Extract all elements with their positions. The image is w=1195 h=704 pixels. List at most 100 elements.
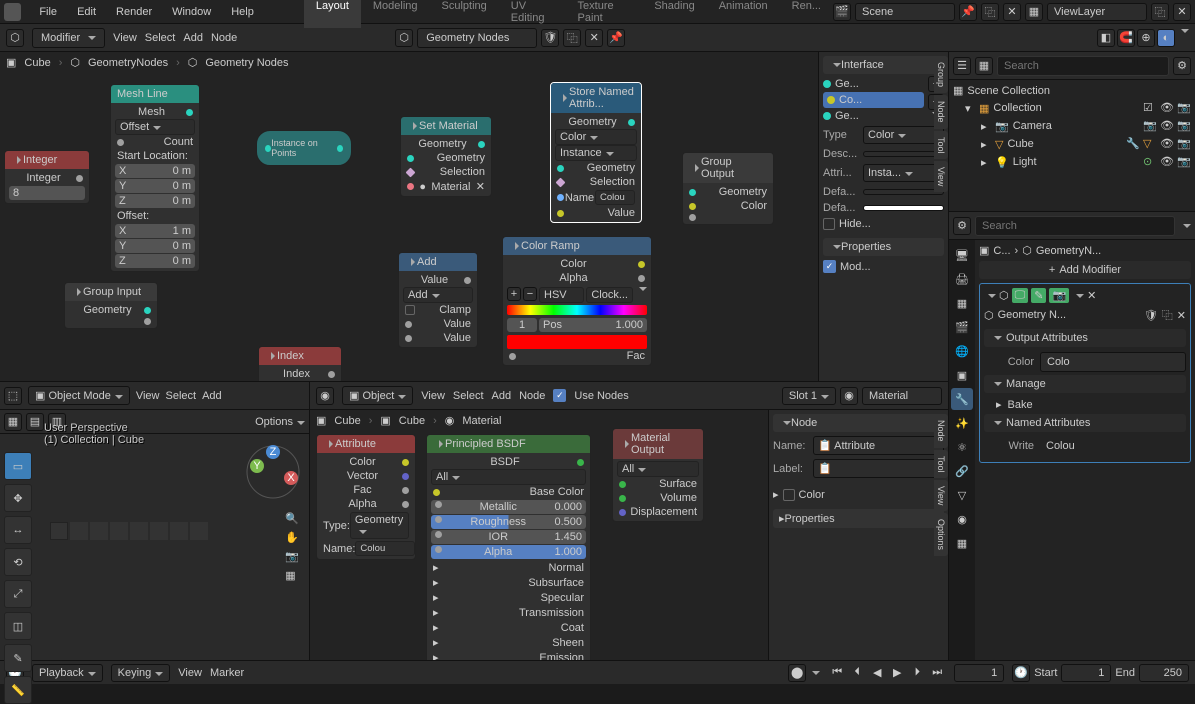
store-dtype[interactable]: Color xyxy=(555,129,637,145)
end-frame-field[interactable]: 250 xyxy=(1139,664,1189,682)
integer-value-field[interactable]: 8 xyxy=(9,186,85,200)
interface-header[interactable]: Interface xyxy=(823,56,944,74)
scene-icon[interactable]: 🎬 xyxy=(833,3,851,21)
node-math-add[interactable]: Add Value Add Clamp Value Value xyxy=(398,252,478,348)
mod-nodetree-field[interactable]: Geometry N... xyxy=(998,309,1140,321)
tree-item-camera[interactable]: ▸📷Camera 📷👁📷 xyxy=(953,117,1191,135)
play-reverse-icon[interactable]: ◀ xyxy=(868,664,886,682)
sh-vtab-options[interactable]: Options xyxy=(934,513,948,556)
node-attribute[interactable]: Attribute Color Vector Fac Alpha Type:Ge… xyxy=(316,434,416,560)
mod-menu-icon[interactable] xyxy=(1076,294,1084,298)
ptab-world[interactable]: 🌐 xyxy=(951,340,973,362)
sh-menu-add[interactable]: Add xyxy=(492,390,512,402)
preview-range-icon[interactable]: 🕐 xyxy=(1012,664,1030,682)
props-options-icon[interactable] xyxy=(1183,224,1191,228)
node-name-field[interactable]: 📋 Attribute xyxy=(813,436,944,455)
keyframe-prev-icon[interactable]: ⏴ xyxy=(848,664,866,682)
mod-delete-icon[interactable]: ✕ xyxy=(1087,289,1096,302)
ptab-modifier[interactable]: 🔧 xyxy=(951,388,973,410)
tool-rotate[interactable]: ⟲ xyxy=(4,548,32,576)
material-name-field[interactable]: Material xyxy=(862,387,942,405)
sh-menu-node[interactable]: Node xyxy=(519,390,545,402)
viewport-editor-icon[interactable]: ⬚ xyxy=(4,387,22,405)
keyframe-next-icon[interactable]: ⏵ xyxy=(908,664,926,682)
tool-select-box[interactable]: ▭ xyxy=(4,452,32,480)
options-dropdown[interactable]: Options xyxy=(255,416,305,428)
keying-dropdown[interactable]: Keying xyxy=(111,664,171,682)
nav-gizmo[interactable]: Z X Y xyxy=(243,442,303,502)
node-material-output[interactable]: Material Output All Surface Volume Displ… xyxy=(612,428,704,522)
editor-type-icon[interactable]: ⬡ xyxy=(6,29,24,47)
vtab-view[interactable]: View xyxy=(934,161,948,192)
vp-menu-add[interactable]: Add xyxy=(202,390,222,402)
interface-item-color[interactable]: Co... xyxy=(823,92,924,108)
properties-header[interactable]: Properties xyxy=(823,238,944,256)
playback-dropdown[interactable]: Playback xyxy=(32,664,103,682)
ramp-add-icon[interactable]: + xyxy=(507,287,521,301)
eye-icon[interactable]: 👁 xyxy=(1160,155,1174,169)
persp-ortho-icon[interactable]: ▦ xyxy=(285,569,299,582)
meshline-mode[interactable]: Offset xyxy=(115,119,195,135)
snap-icon[interactable]: 🧲 xyxy=(1117,29,1135,47)
store-name-field[interactable] xyxy=(595,190,635,205)
overlay-icon[interactable]: ◧ xyxy=(1097,29,1115,47)
menu-file[interactable]: File xyxy=(29,6,67,18)
sh-node-header[interactable]: Node xyxy=(773,414,944,432)
vtab-node[interactable]: Node xyxy=(934,95,948,129)
geometry-node-editor[interactable]: ▣Cube ›⬡GeometryNodes ›⬡Geometry Nodes I… xyxy=(0,52,948,382)
viewlayer-icon[interactable]: ▦ xyxy=(1025,3,1043,21)
node-integer[interactable]: Integer Integer 8 xyxy=(4,150,90,204)
ramp-menu-icon[interactable] xyxy=(639,287,647,291)
geo-menu-add[interactable]: Add xyxy=(183,32,203,44)
named-attributes-header[interactable]: Named Attributes xyxy=(984,414,1186,432)
ptab-data[interactable]: ▽ xyxy=(951,484,973,506)
sock-attr-dropdown[interactable]: Insta... xyxy=(863,164,944,182)
ior-field[interactable]: IOR1.450 xyxy=(431,530,586,544)
object-mode-dropdown[interactable]: ▣ Object Mode xyxy=(28,386,130,405)
store-domain[interactable]: Instance xyxy=(555,145,637,161)
pin-tree-icon[interactable]: 📌 xyxy=(607,29,625,47)
eye-icon[interactable]: 👁 xyxy=(1160,137,1174,151)
autokey-icon[interactable]: ⬤ xyxy=(788,664,806,682)
viewlayer-name-field[interactable]: ViewLayer xyxy=(1047,3,1147,21)
tool-annotate[interactable]: ✎ xyxy=(4,644,32,672)
render-icon[interactable]: 📷 xyxy=(1177,101,1191,115)
interface-item-geo2[interactable]: Ge... xyxy=(823,108,924,124)
tree-scene-collection[interactable]: ▦Scene Collection xyxy=(953,82,1191,99)
metallic-field[interactable]: Metallic0.000 xyxy=(431,500,586,514)
mod-copy-icon[interactable]: ⿻ xyxy=(1162,307,1173,323)
eye-icon[interactable]: 👁 xyxy=(1160,101,1174,115)
ptab-output[interactable]: 🖨 xyxy=(951,268,973,290)
bsdf-preset[interactable]: All xyxy=(431,469,586,485)
menu-render[interactable]: Render xyxy=(106,6,162,18)
outliner-filter-icon[interactable]: ⚙ xyxy=(1173,57,1191,75)
props-editor-icon[interactable]: ⚙ xyxy=(953,217,971,235)
node-group-output[interactable]: Group Output Geometry Color xyxy=(682,152,774,225)
render-icon[interactable]: 📷 xyxy=(1177,137,1191,151)
tab-animation[interactable]: Animation xyxy=(707,0,780,28)
output-attributes-header[interactable]: Output Attributes xyxy=(984,329,1186,347)
tl-menu-view[interactable]: View xyxy=(178,667,202,679)
tab-shading[interactable]: Shading xyxy=(642,0,706,28)
tab-uvediting[interactable]: UV Editing xyxy=(499,0,566,28)
tool-transform[interactable]: ◫ xyxy=(4,612,32,640)
mod-render-icon[interactable]: 📷 xyxy=(1049,288,1069,303)
tree-item-light[interactable]: ▸💡Light ⊙👁📷 xyxy=(953,153,1191,171)
node-principled-bsdf[interactable]: Principled BSDF BSDF All Base Color Meta… xyxy=(426,434,591,660)
overlay-chev-icon[interactable] xyxy=(1181,29,1189,33)
attr-name-field[interactable] xyxy=(355,541,415,556)
ramp-index[interactable]: 1 xyxy=(507,318,537,332)
is-modifier-checkbox[interactable] xyxy=(823,260,836,273)
alpha-field[interactable]: Alpha1.000 xyxy=(431,545,586,559)
play-icon[interactable]: ▶ xyxy=(888,664,906,682)
ptab-texture[interactable]: ▦ xyxy=(951,532,973,554)
sh-menu-view[interactable]: View xyxy=(421,390,445,402)
tab-modeling[interactable]: Modeling xyxy=(361,0,430,28)
tool-cursor[interactable]: ✥ xyxy=(4,484,32,512)
ptab-scene[interactable]: 🎬 xyxy=(951,316,973,338)
ptab-render[interactable]: 🖥 xyxy=(951,244,973,266)
mod-realtime-icon[interactable]: 🖵 xyxy=(1012,288,1029,303)
ramp-remove-icon[interactable]: − xyxy=(523,287,537,301)
use-nodes-checkbox[interactable] xyxy=(553,389,566,402)
node-mesh-line[interactable]: Mesh Line Mesh Offset Count Start Locati… xyxy=(110,84,200,272)
